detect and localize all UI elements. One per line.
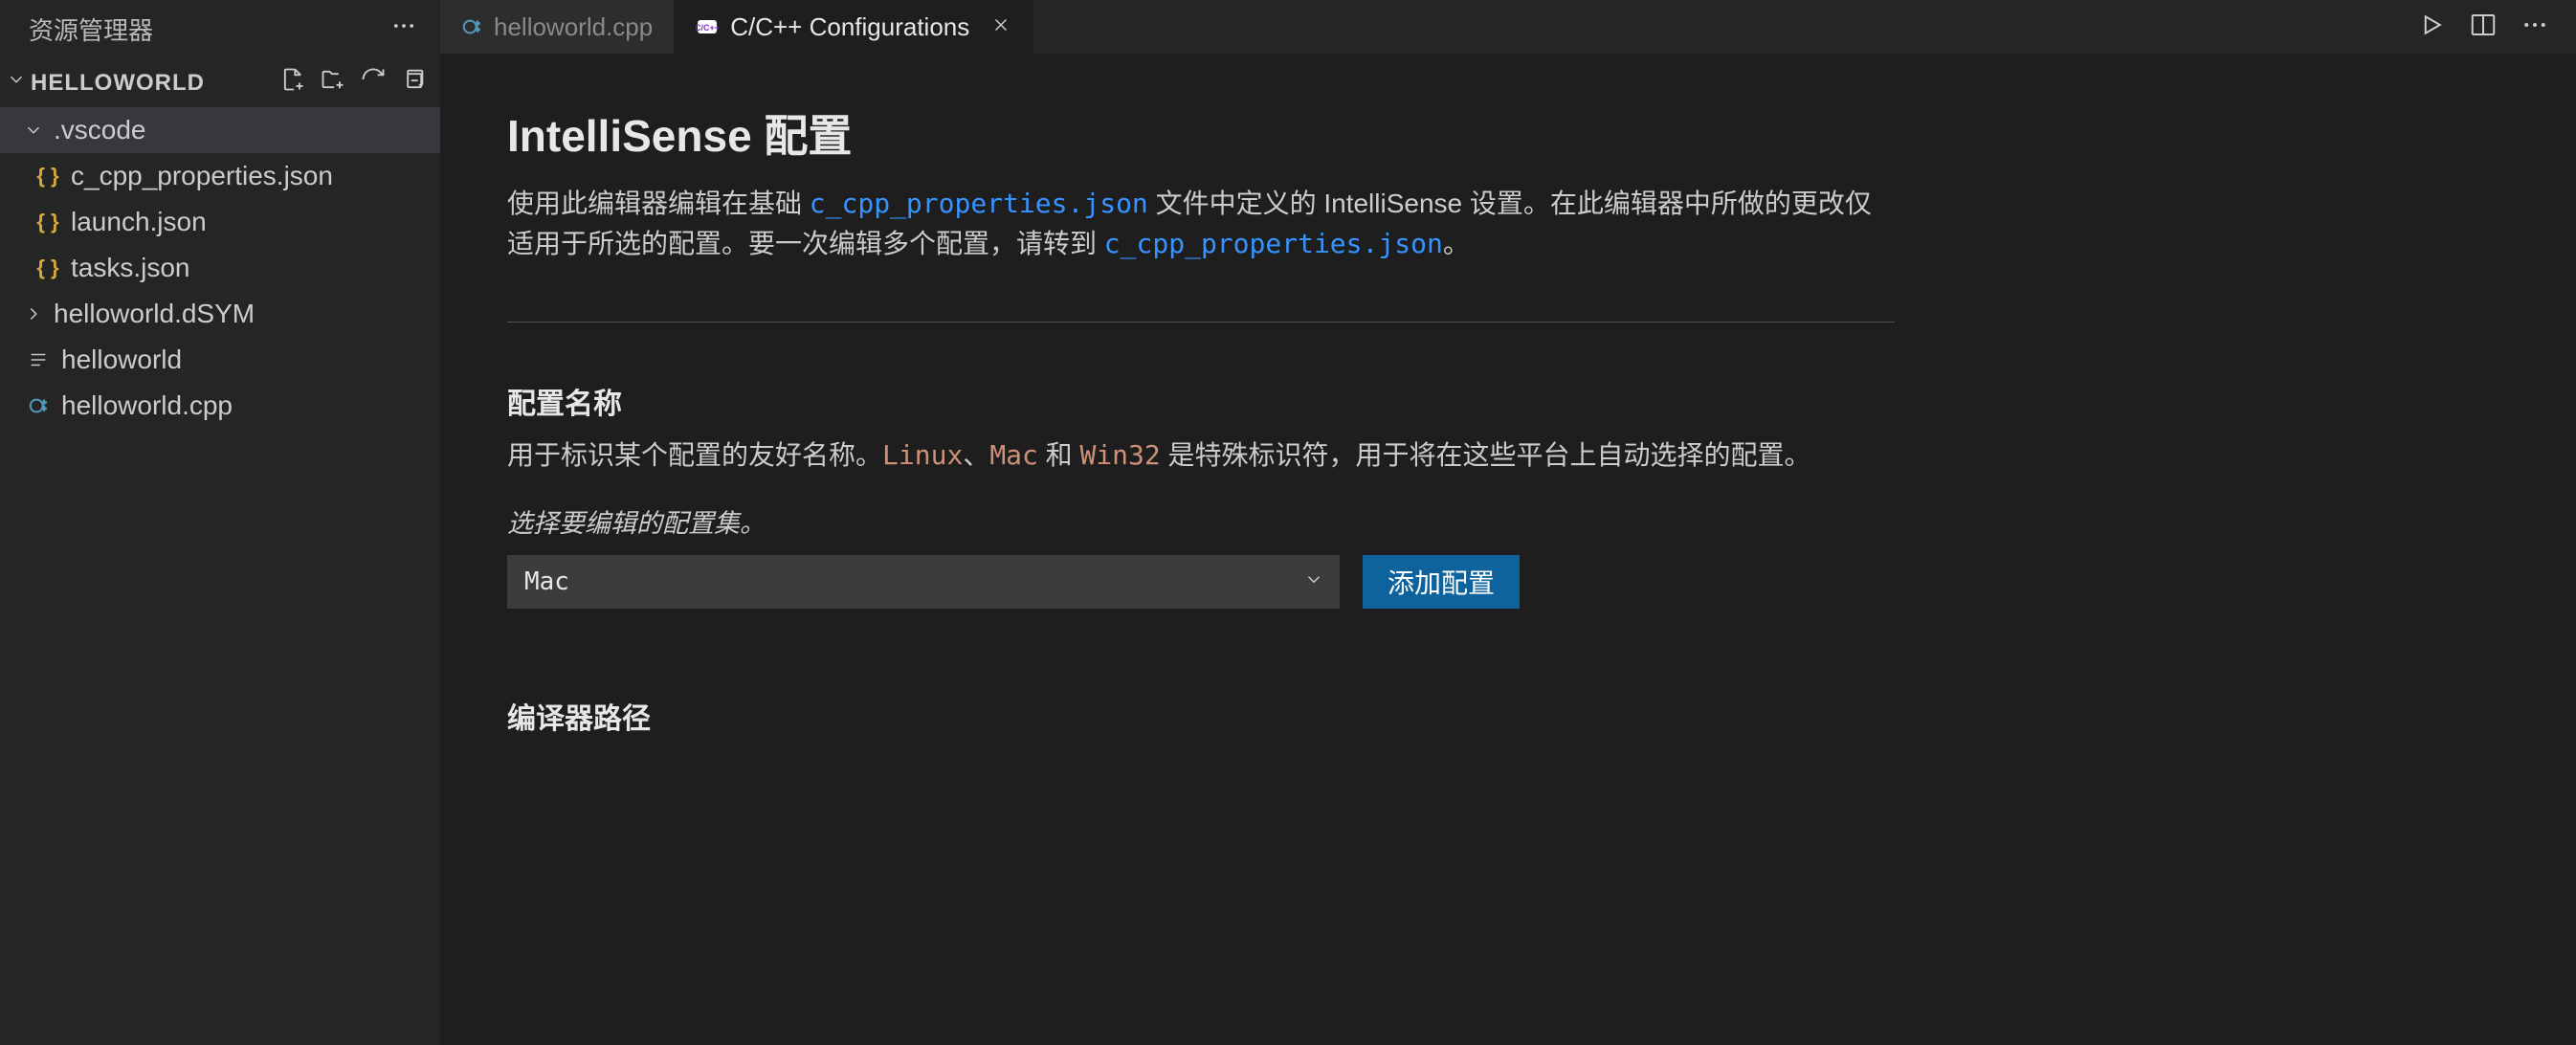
tree-file-ccpp-properties[interactable]: { } c_cpp_properties.json [0,153,440,199]
project-header-actions [279,66,427,100]
svg-text:C/C++: C/C++ [696,23,719,33]
tree-item-label: helloworld [61,345,182,375]
chevron-right-icon [23,303,44,324]
tab-label: C/C++ Configurations [730,12,969,42]
json-icon: { } [34,256,61,280]
split-editor-icon[interactable] [2469,11,2498,44]
project-name: HELLOWORLD [31,70,205,97]
tree-file-helloworld-cpp[interactable]: ++ helloworld.cpp [0,383,440,429]
tabs-row: ++ helloworld.cpp C/C++ C/C++ Configurat… [440,0,2576,54]
close-icon[interactable] [990,12,1011,42]
tab-label: helloworld.cpp [494,12,653,42]
tree-item-label: tasks.json [71,253,190,283]
run-icon[interactable] [2417,11,2446,44]
json-icon: { } [34,164,61,189]
collapse-all-icon[interactable] [400,66,427,100]
page-description: 使用此编辑器编辑在基础 c_cpp_properties.json 文件中定义的… [507,184,1895,264]
tree-file-helloworld-bin[interactable]: helloworld [0,337,440,383]
explorer-title: 资源管理器 [29,11,153,47]
tree-file-launch[interactable]: { } launch.json [0,199,440,245]
svg-text:+: + [42,405,47,413]
link-ccpp-properties[interactable]: c_cpp_properties.json [1104,228,1443,259]
page-title: IntelliSense 配置 [507,101,2509,165]
text-file-icon [25,349,52,370]
tab-ccpp-config[interactable]: C/C++ C/C++ Configurations [675,0,1033,54]
config-select-subtitle: 选择要编辑的配置集。 [507,502,2509,540]
editor-main: ++ helloworld.cpp C/C++ C/C++ Configurat… [440,0,2576,1045]
svg-text:+: + [476,26,480,34]
tree-folder-dsym[interactable]: helloworld.dSYM [0,291,440,337]
config-select[interactable] [507,555,1340,609]
tree-item-label: helloworld.dSYM [54,299,255,329]
explorer-sidebar: 资源管理器 HELLOWORLD [0,0,440,1045]
tree-item-label: .vscode [54,115,146,145]
tab-helloworld-cpp[interactable]: ++ helloworld.cpp [440,0,675,54]
new-folder-icon[interactable] [320,66,346,100]
more-icon[interactable] [2520,11,2549,44]
refresh-icon[interactable] [360,66,387,100]
section-config-name-title: 配置名称 [507,380,2509,422]
project-header[interactable]: HELLOWORLD [0,58,440,107]
cpp-icon: ++ [461,16,482,37]
code-linux: Linux [882,439,963,471]
section-compiler-path-title: 编译器路径 [507,695,2509,737]
add-config-button[interactable]: 添加配置 [1363,555,1520,609]
config-page: IntelliSense 配置 使用此编辑器编辑在基础 c_cpp_proper… [440,54,2576,1045]
tree-folder-vscode[interactable]: .vscode [0,107,440,153]
config-select-row: 添加配置 [507,555,2509,609]
chevron-down-icon [23,120,44,141]
cpp-icon: ++ [25,395,52,416]
explorer-header: 资源管理器 [0,0,440,58]
new-file-icon[interactable] [279,66,306,100]
tree-item-label: launch.json [71,207,207,237]
code-win32: Win32 [1079,439,1160,471]
ccpp-config-icon: C/C++ [696,15,719,38]
file-tree: .vscode { } c_cpp_properties.json { } la… [0,107,440,429]
chevron-down-icon [6,69,27,97]
tree-item-label: helloworld.cpp [61,390,233,421]
tab-actions [2390,0,2576,54]
link-ccpp-properties[interactable]: c_cpp_properties.json [810,188,1148,219]
explorer-more-icon[interactable] [390,12,417,46]
tree-item-label: c_cpp_properties.json [71,161,333,191]
code-mac: Mac [989,439,1038,471]
section-config-name-desc: 用于标识某个配置的友好名称。Linux、Mac 和 Win32 是特殊标识符，用… [507,435,1895,476]
tree-file-tasks[interactable]: { } tasks.json [0,245,440,291]
json-icon: { } [34,210,61,234]
config-select-wrap [507,555,1340,609]
